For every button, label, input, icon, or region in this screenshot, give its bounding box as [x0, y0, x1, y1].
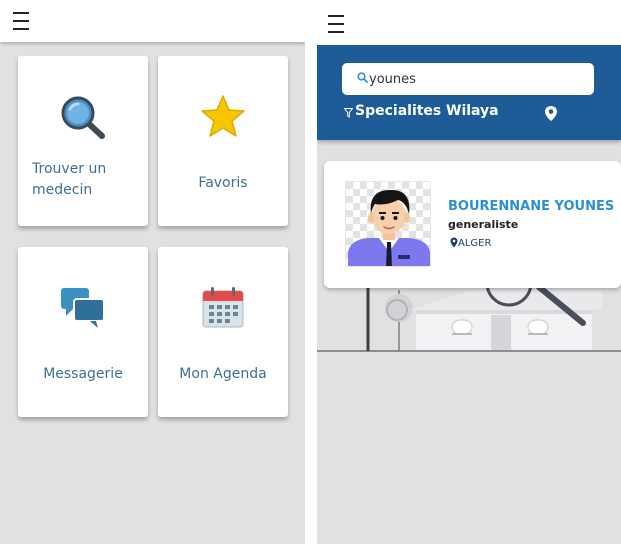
- home-app-bar: [0, 0, 305, 42]
- find-doctor-card[interactable]: Trouver un medecin: [18, 56, 148, 226]
- doctor-city: ALGER: [458, 238, 492, 249]
- star-icon: [201, 95, 245, 137]
- search-box[interactable]: [342, 63, 594, 95]
- doctor-avatar: [345, 181, 431, 267]
- map-pin-icon[interactable]: [544, 105, 558, 122]
- messaging-card[interactable]: Messagerie: [18, 247, 148, 417]
- search-header: Specialites Wilaya: [317, 45, 621, 140]
- doctor-result-card[interactable]: BOURENNANE YOUNES generaliste ALGER: [324, 161, 621, 288]
- find-doctor-label: Trouver un medecin: [32, 161, 107, 198]
- home-screen: Trouver un medecin Favoris Messagerie Mo…: [0, 0, 305, 544]
- screen-divider: [305, 0, 317, 544]
- search-icon: [357, 72, 368, 83]
- filter-icon: [344, 108, 353, 118]
- results-app-bar: [317, 0, 621, 45]
- favorites-card[interactable]: Favoris: [158, 56, 288, 226]
- wilaya-filter[interactable]: Wilaya: [446, 103, 499, 119]
- specialites-filter[interactable]: Specialites: [355, 103, 441, 119]
- hamburger-menu-icon[interactable]: [13, 11, 29, 31]
- search-input[interactable]: [369, 69, 584, 89]
- calendar-icon: [202, 287, 244, 328]
- location-pin-icon: [450, 237, 458, 248]
- doctor-specialty: generaliste: [448, 218, 519, 231]
- hamburger-menu-icon[interactable]: [328, 14, 344, 34]
- agenda-card[interactable]: Mon Agenda: [158, 247, 288, 417]
- doctor-name: BOURENNANE YOUNES: [448, 199, 615, 214]
- favorites-label: Favoris: [198, 175, 248, 191]
- search-results-screen: Specialites Wilaya: [317, 0, 621, 544]
- chat-bubbles-icon: [61, 288, 105, 328]
- messaging-label: Messagerie: [43, 366, 123, 382]
- agenda-label: Mon Agenda: [179, 366, 267, 382]
- magnifier-icon: [61, 96, 105, 139]
